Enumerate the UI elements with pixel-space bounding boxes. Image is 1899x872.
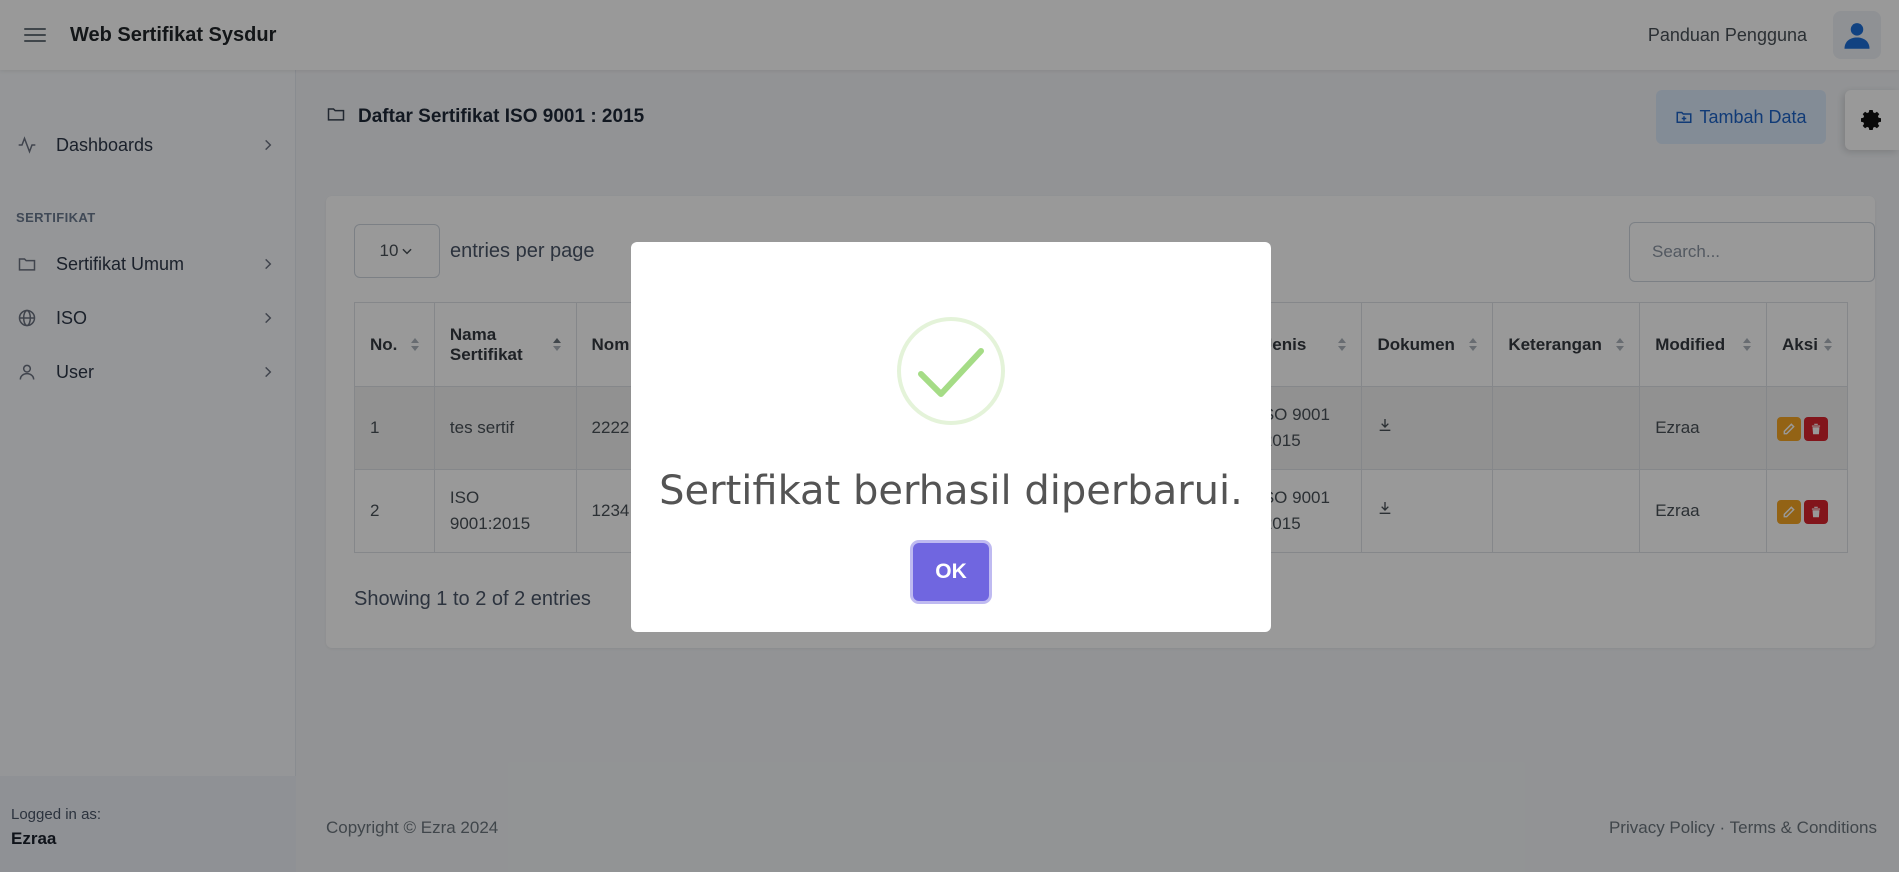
success-dialog: Sertifikat berhasil diperbarui. OK <box>631 242 1271 632</box>
check-icon <box>897 317 1005 425</box>
ok-button[interactable]: OK <box>913 543 989 601</box>
dialog-message: Sertifikat berhasil diperbarui. <box>659 468 1243 514</box>
